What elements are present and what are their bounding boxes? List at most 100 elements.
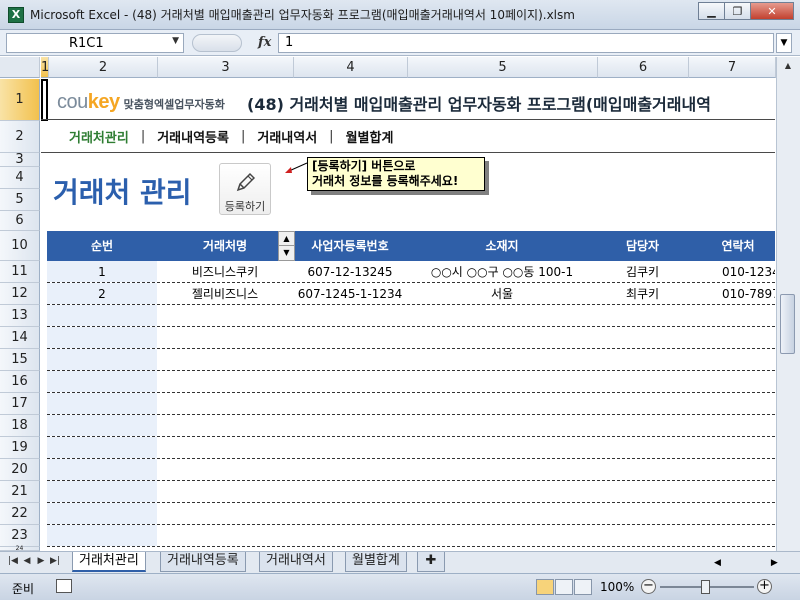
row-header-17[interactable]: 17 xyxy=(0,393,40,415)
nav-item-statement[interactable]: 거래내역서 xyxy=(253,127,321,146)
chevron-down-icon[interactable]: ▼ xyxy=(172,36,179,46)
row-header-3[interactable]: 3 xyxy=(0,152,40,167)
table-row[interactable] xyxy=(47,349,775,371)
tab-statement[interactable]: 거래내역서 xyxy=(259,552,333,572)
row-header-6[interactable]: 6 xyxy=(0,211,40,231)
formula-input[interactable]: 1 xyxy=(278,33,774,53)
insert-function-icon[interactable]: fx xyxy=(258,35,271,50)
cell-contact[interactable]: 010-7897 xyxy=(688,283,775,305)
zoom-out-icon[interactable]: − xyxy=(641,579,656,594)
cell-manager[interactable]: 김쿠키 xyxy=(597,261,688,283)
close-button[interactable]: ✕ xyxy=(750,2,794,20)
table-row[interactable] xyxy=(47,525,775,547)
row-header-21[interactable]: 21 xyxy=(0,481,40,503)
table-row[interactable]: 2 젤리비즈니스 607-1245-1-1234 서울 최쿠키 010-7897 xyxy=(47,283,775,305)
row-header-10[interactable]: 10 xyxy=(0,231,40,261)
row-header-18[interactable]: 18 xyxy=(0,415,40,437)
scroll-up-icon[interactable]: ▲ xyxy=(777,57,799,75)
name-box[interactable]: R1C1 ▼ xyxy=(6,33,184,53)
active-cell[interactable] xyxy=(41,79,48,121)
row-header-2[interactable]: 2 xyxy=(0,121,40,153)
column-header-5[interactable]: 5 xyxy=(408,57,598,78)
tab-monthly-total[interactable]: 월별합계 xyxy=(345,552,407,572)
row-header-20[interactable]: 20 xyxy=(0,459,40,481)
cell-business-number[interactable]: 607-12-13245 xyxy=(293,261,407,283)
sort-down-icon[interactable]: ▼ xyxy=(279,246,294,260)
table-row[interactable] xyxy=(47,371,775,393)
vertical-scroll-thumb[interactable] xyxy=(780,294,795,354)
excel-app-icon[interactable]: X xyxy=(8,6,24,23)
worksheet[interactable]: coukey 맞춤형엑셀업무자동화 (48) 거래처별 매입매출관리 업무자동화… xyxy=(41,79,775,551)
header-business-number: 사업자등록번호 xyxy=(311,239,389,253)
row-header-15[interactable]: 15 xyxy=(0,349,40,371)
page-layout-view-button[interactable] xyxy=(555,579,573,595)
table-row[interactable] xyxy=(47,503,775,525)
table-row[interactable] xyxy=(47,305,775,327)
last-sheet-icon[interactable]: ▶| xyxy=(48,556,62,566)
title-bar: X Microsoft Excel - (48) 거래처별 매입매출관리 업무자… xyxy=(0,0,800,30)
restore-button[interactable]: ❐ xyxy=(724,2,751,20)
formula-bar-handle[interactable] xyxy=(192,34,242,52)
select-all-corner[interactable] xyxy=(0,57,40,78)
column-header-4[interactable]: 4 xyxy=(294,57,408,78)
expand-formula-bar-icon[interactable]: ▼ xyxy=(776,33,792,53)
tab-client-management[interactable]: 거래처관리 xyxy=(72,552,146,572)
first-sheet-icon[interactable]: |◀ xyxy=(6,556,20,566)
prev-sheet-icon[interactable]: ◀ xyxy=(20,556,34,566)
table-row[interactable] xyxy=(47,393,775,415)
macro-record-icon[interactable] xyxy=(56,579,72,593)
minimize-button[interactable]: ▁ xyxy=(698,2,725,20)
scroll-left-icon[interactable]: ◀ xyxy=(714,558,721,568)
row-header-11[interactable]: 11 xyxy=(0,261,40,283)
horizontal-scrollbar[interactable]: ◀ ▶ xyxy=(714,555,794,570)
cell-client-name[interactable]: 비즈니스쿠키 xyxy=(157,261,293,283)
table-row[interactable]: 1 비즈니스쿠키 607-12-13245 ○○시 ○○구 ○○동 100-1 … xyxy=(47,261,775,283)
cell-manager[interactable]: 최쿠키 xyxy=(597,283,688,305)
nav-item-client-management[interactable]: 거래처관리 xyxy=(65,127,133,146)
column-header-3[interactable]: 3 xyxy=(158,57,294,78)
row-header-12[interactable]: 12 xyxy=(0,283,40,305)
table-row[interactable] xyxy=(47,437,775,459)
normal-view-button[interactable] xyxy=(536,579,554,595)
header-no: 순번 xyxy=(90,239,114,253)
table-row[interactable] xyxy=(47,415,775,437)
row-header-4[interactable]: 4 xyxy=(0,167,40,189)
column-header-6[interactable]: 6 xyxy=(598,57,689,78)
client-table-header: 순번 거래처명 사업자등록번호 소재지 담당자 연락처 xyxy=(47,231,775,261)
scroll-right-icon[interactable]: ▶ xyxy=(771,558,778,568)
cell-address[interactable]: ○○시 ○○구 ○○동 100-1 xyxy=(407,261,597,283)
next-sheet-icon[interactable]: ▶ xyxy=(34,556,48,566)
row-header-19[interactable]: 19 xyxy=(0,437,40,459)
table-row[interactable] xyxy=(47,459,775,481)
row-header-16[interactable]: 16 xyxy=(0,371,40,393)
row-header-14[interactable]: 14 xyxy=(0,327,40,349)
cell-business-number[interactable]: 607-1245-1-1234 xyxy=(293,283,407,305)
column-header-1[interactable]: 1 xyxy=(41,57,49,78)
row-header-13[interactable]: 13 xyxy=(0,305,40,327)
row-header-5[interactable]: 5 xyxy=(0,189,40,211)
cell-no[interactable]: 2 xyxy=(47,283,157,305)
sort-spinner[interactable]: ▲ ▼ xyxy=(278,231,295,261)
table-row[interactable] xyxy=(47,327,775,349)
column-header-7[interactable]: 7 xyxy=(689,57,776,78)
row-header-1[interactable]: 1 xyxy=(0,79,40,121)
nav-item-monthly-total[interactable]: 월별합계 xyxy=(342,127,398,146)
tab-transaction-entry[interactable]: 거래내역등록 xyxy=(160,552,246,572)
vertical-scrollbar[interactable]: ▲ xyxy=(776,57,800,551)
insert-sheet-icon[interactable]: ✚ xyxy=(417,552,445,572)
table-row[interactable] xyxy=(47,481,775,503)
column-header-2[interactable]: 2 xyxy=(49,57,158,78)
cell-address[interactable]: 서울 xyxy=(407,283,597,305)
row-header-22[interactable]: 22 xyxy=(0,503,40,525)
row-header-23[interactable]: 23 xyxy=(0,525,40,547)
zoom-in-icon[interactable]: + xyxy=(757,579,772,594)
zoom-slider-thumb[interactable] xyxy=(701,580,710,594)
cell-client-name[interactable]: 젤리비즈니스 xyxy=(157,283,293,305)
nav-item-transaction-entry[interactable]: 거래내역등록 xyxy=(153,127,233,146)
cell-contact[interactable]: 010-1234 xyxy=(688,261,775,283)
cell-no[interactable]: 1 xyxy=(47,261,157,283)
register-button[interactable]: 등록하기 xyxy=(219,163,271,215)
sort-up-icon[interactable]: ▲ xyxy=(279,232,294,246)
page-break-view-button[interactable] xyxy=(574,579,592,595)
zoom-level[interactable]: 100% xyxy=(600,580,634,594)
